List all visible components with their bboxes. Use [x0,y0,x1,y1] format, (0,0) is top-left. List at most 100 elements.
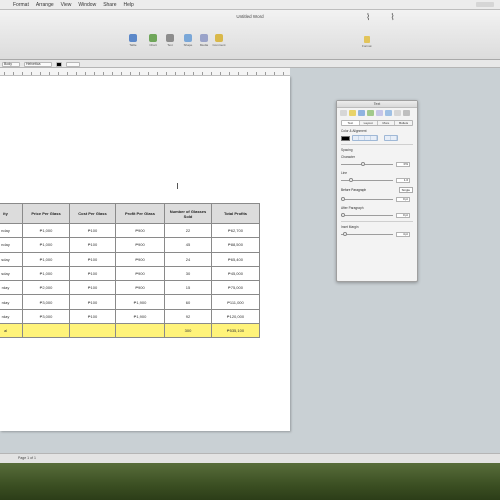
table-cell[interactable]: ₱62,700 [211,222,260,239]
menu-format[interactable]: Format [13,2,29,8]
slider-knob[interactable] [361,162,365,166]
table-cell[interactable]: ₱1,000 [22,265,70,282]
preset-icon[interactable] [403,110,410,116]
table-cell[interactable]: nday [0,222,23,239]
preset-icon[interactable] [376,110,383,116]
paragraph-style-select[interactable]: Body [2,61,20,67]
table-cell[interactable]: 15 [164,280,212,296]
total-cell[interactable]: ₱535,100 [211,323,260,339]
preset-icon[interactable] [340,110,347,116]
alignment-segmented-control[interactable] [352,135,378,141]
table-cell[interactable]: 45 [164,237,212,253]
toolbar-text-button[interactable]: Text [164,34,176,47]
table-cell[interactable]: 30 [164,265,212,282]
slider-track[interactable] [341,178,393,182]
menu-window[interactable]: Window [78,2,96,8]
table-cell[interactable]: nday [0,237,23,253]
table-cell[interactable]: ₱3,000 [22,294,70,310]
tab-more[interactable]: More [378,121,396,125]
slider-track[interactable] [341,232,393,236]
total-cell[interactable] [115,323,165,339]
header-cost[interactable]: Cost Per Glass [69,203,116,224]
slider-track[interactable] [341,162,393,166]
table-cell[interactable]: 22 [164,222,212,239]
table-cell[interactable]: ₱100 [69,237,116,253]
valign-middle-icon[interactable] [391,136,397,140]
table-cell[interactable]: ₱900 [115,280,165,296]
table-cell[interactable]: ₱111,000 [211,294,260,310]
table-cell[interactable]: ₱1,900 [115,294,165,310]
header-day[interactable]: ity [0,203,23,224]
table-cell[interactable]: ₱900 [115,222,165,239]
slider-knob[interactable] [349,178,353,182]
total-cell[interactable]: 300 [164,323,212,339]
table-cell[interactable]: ₱900 [115,265,165,282]
preset-icon[interactable] [367,110,374,116]
table-cell[interactable]: ₱3,000 [22,308,70,325]
preset-icon[interactable] [349,110,356,116]
toolbar-shape-button[interactable]: Shape [182,34,194,47]
format-inspector-button[interactable]: Format [362,36,372,48]
bookmark-icon-2[interactable]: ⌇ [390,12,394,23]
profit-table[interactable]: ity Price Per Glass Cost Per Glass Profi… [0,203,260,339]
font-size-field[interactable] [66,61,80,67]
table-cell[interactable]: 92 [164,308,212,325]
character-spacing-slider[interactable]: 0% [341,161,413,168]
font-family-select[interactable]: Helvetica [24,61,52,67]
menu-help[interactable]: Help [124,2,134,8]
menu-view[interactable]: View [61,2,72,8]
align-justify-icon[interactable] [371,136,377,140]
total-cell[interactable]: al [0,323,23,339]
table-cell[interactable]: ₱2,000 [22,280,70,296]
table-cell[interactable]: ₱1,000 [22,251,70,267]
preset-icon[interactable] [358,110,365,116]
slider-knob[interactable] [343,232,347,236]
table-cell[interactable]: sday [0,251,23,267]
table-cell[interactable]: ₱100 [69,294,116,310]
menu-share[interactable]: Share [103,2,116,8]
table-cell[interactable]: 60 [164,294,212,310]
vertical-alignment-control[interactable] [384,135,398,141]
line-mode-select[interactable]: Single [398,187,413,193]
before-paragraph-value[interactable]: 0 pt [396,197,410,202]
table-cell[interactable]: ₱75,000 [211,280,260,296]
toolbar-media-button[interactable]: Media [198,34,210,47]
menu-arrange[interactable]: Arrange [36,2,54,8]
table-cell[interactable]: ₱88,500 [211,237,260,253]
header-price[interactable]: Price Per Glass [22,203,70,224]
toolbar-table-button[interactable]: Table [127,34,139,47]
total-cell[interactable] [69,323,116,339]
table-cell[interactable]: ₱100 [69,280,116,296]
text-color-swatch[interactable] [341,135,350,141]
total-cell[interactable] [22,323,70,339]
table-cell[interactable]: ₱900 [115,237,165,253]
table-cell[interactable]: ₱100 [69,222,116,239]
slider-track[interactable] [341,213,393,217]
table-cell[interactable]: ₱1,000 [22,222,70,239]
slider-knob[interactable] [341,213,345,217]
table-cell[interactable]: ₱45,000 [211,265,260,282]
table-cell[interactable]: ₱100 [69,308,116,325]
table-cell[interactable]: sday [0,265,23,282]
table-cell[interactable]: ₱1,000 [22,237,70,253]
toolbar-chart-button[interactable]: Chart [147,34,159,47]
line-spacing-value[interactable]: 1.0 [396,178,410,183]
text-color-well[interactable] [56,61,62,67]
before-paragraph-slider[interactable]: 0 pt [341,196,413,203]
header-total-profits[interactable]: Total Profits [211,203,260,224]
tab-layout[interactable]: Layout [360,121,378,125]
table-cell[interactable]: 24 [164,251,212,267]
table-cell[interactable]: rday [0,294,23,310]
table-cell[interactable]: ₱120,000 [211,308,260,325]
table-cell[interactable]: ₱100 [69,251,116,267]
inset-margin-value[interactable]: 4 pt [396,232,410,237]
toolbar-comment-button[interactable]: Comment [213,34,226,47]
after-paragraph-value[interactable]: 0 pt [396,213,410,218]
slider-knob[interactable] [341,197,345,201]
table-cell[interactable]: rday [0,308,23,325]
character-spacing-value[interactable]: 0% [396,162,410,167]
line-spacing-slider[interactable]: 1.0 [341,177,413,184]
table-cell[interactable]: ₱65,400 [211,251,260,267]
preset-icon[interactable] [394,110,401,116]
slider-track[interactable] [341,197,393,201]
